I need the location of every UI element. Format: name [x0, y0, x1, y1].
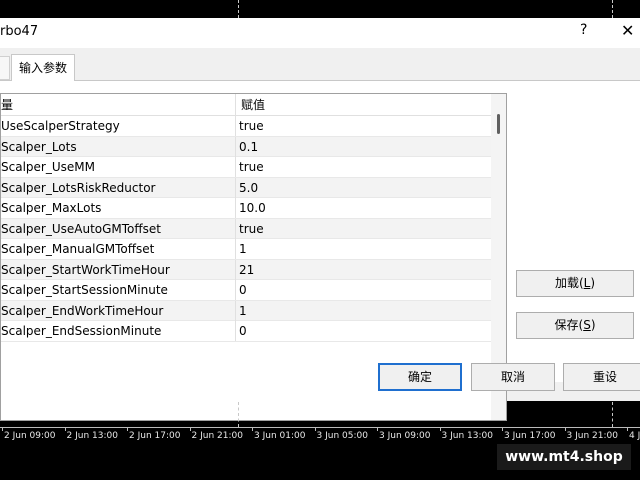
parameter-name: Scalper_ManualGMToffset: [1, 242, 155, 256]
parameter-value[interactable]: 0.1: [239, 137, 258, 157]
cancel-button[interactable]: 取消: [471, 363, 555, 391]
reset-button[interactable]: 重设: [563, 363, 640, 391]
parameter-name: Scalper_Lots: [1, 139, 77, 154]
time-tick-label: 3 Jun 09:00: [379, 431, 431, 441]
chart-area-top: [0, 0, 640, 18]
parameter-value[interactable]: 1: [239, 239, 247, 259]
parameter-value[interactable]: true: [239, 219, 264, 239]
time-tick-label: 2 Jun 13:00: [66, 431, 118, 441]
column-divider: [235, 157, 236, 177]
parameter-name: Scalper_StartSessionMinute: [1, 283, 168, 297]
save-button[interactable]: 保存(S): [516, 312, 634, 339]
column-divider: [235, 116, 236, 136]
parameter-name: Scalper_StartWorkTimeHour: [1, 262, 170, 277]
chart-time-axis: 2 Jun 09:00 2 Jun 13:00 2 Jun 17:00 2 Jun 2…: [0, 427, 640, 444]
column-divider: [235, 300, 236, 321]
watermark: www.mt4.shop: [497, 444, 631, 470]
parameter-value[interactable]: 5.0: [239, 178, 258, 198]
time-tick-label: 2 Jun 21:00: [191, 431, 243, 441]
help-button[interactable]: ?: [580, 22, 587, 38]
chart-grid-line: [612, 0, 613, 18]
parameter-name: Scalper_LotsRiskReductor: [1, 180, 156, 195]
column-divider: [235, 239, 236, 259]
parameter-value[interactable]: 0: [239, 280, 247, 300]
dialog-titlebar: rbo47 ? ✕: [0, 18, 640, 48]
time-tick-label: 2 Jun 09:00: [4, 431, 56, 441]
column-divider: [235, 94, 236, 116]
close-button[interactable]: ✕: [621, 21, 634, 40]
parameter-value[interactable]: 1: [239, 301, 247, 321]
column-divider: [235, 136, 236, 157]
scrollbar-thumb[interactable]: [497, 114, 500, 134]
table-row[interactable]: Scalper_UseMM true: [1, 157, 491, 178]
time-tick-mark: [377, 428, 378, 431]
time-tick-label: 3 Jun 01:00: [254, 431, 306, 441]
expert-properties-dialog: rbo47 ? ✕ 输入参数 量 赋值 UseScalperStrategy tr…: [0, 18, 640, 421]
column-divider: [235, 321, 236, 341]
grid-rows: UseScalperStrategy true Scalper_Lots 0.1 Sca…: [1, 116, 491, 342]
parameter-name: Scalper_EndWorkTimeHour: [1, 303, 164, 318]
column-divider: [235, 280, 236, 300]
dialog-title: rbo47: [0, 24, 39, 39]
column-header-variable[interactable]: 量: [1, 94, 13, 116]
chart-grid-line: [612, 402, 613, 427]
tab-bar: 输入参数: [0, 54, 640, 81]
column-divider: [235, 218, 236, 239]
parameter-name: UseScalperStrategy: [1, 119, 120, 133]
time-tick-label: 2 Jun 17:00: [129, 431, 181, 441]
tab-panel: 量 赋值 UseScalperStrategy true Scalper_Lots 0…: [0, 80, 640, 421]
time-tick-mark: [564, 428, 566, 431]
time-tick-label: 3 Jun 21:00: [566, 431, 618, 441]
parameter-value[interactable]: true: [239, 116, 264, 136]
table-row[interactable]: Scalper_EndSessionMinute 0: [1, 321, 491, 342]
column-divider: [235, 177, 236, 198]
ok-button[interactable]: 确定: [378, 363, 462, 391]
table-row[interactable]: Scalper_EndWorkTimeHour 1: [1, 300, 491, 321]
table-row[interactable]: Scalper_UseAutoGMToffset true: [1, 218, 491, 239]
grid-header: 量 赋值: [1, 94, 491, 116]
time-tick-mark: [252, 428, 253, 431]
column-header-value[interactable]: 赋值: [241, 94, 265, 116]
time-tick-mark: [189, 428, 191, 431]
chart-grid-line: [238, 0, 239, 18]
time-tick-mark: [64, 428, 66, 431]
time-tick-label: 3 Jun 17:00: [504, 431, 556, 441]
tab-previous[interactable]: [0, 56, 10, 80]
parameter-name: Scalper_MaxLots: [1, 201, 102, 215]
time-tick-mark: [439, 428, 441, 431]
time-tick-mark: [2, 428, 3, 431]
column-divider: [235, 198, 236, 218]
table-row[interactable]: Scalper_ManualGMToffset 1: [1, 239, 491, 260]
parameter-name: Scalper_EndSessionMinute: [1, 324, 162, 338]
chart-grid-line: [238, 402, 239, 427]
table-row[interactable]: Scalper_Lots 0.1: [1, 136, 491, 157]
table-row[interactable]: Scalper_StartWorkTimeHour 21: [1, 259, 491, 280]
load-button[interactable]: 加载(L): [516, 270, 634, 297]
time-tick-label: 4 Ju: [629, 431, 640, 441]
column-divider: [235, 259, 236, 280]
parameter-name: Scalper_UseAutoGMToffset: [1, 221, 162, 236]
table-row[interactable]: Scalper_LotsRiskReductor 5.0: [1, 177, 491, 198]
parameter-value[interactable]: 10.0: [239, 198, 266, 218]
table-row[interactable]: Scalper_MaxLots 10.0: [1, 198, 491, 219]
table-row[interactable]: Scalper_StartSessionMinute 0: [1, 280, 491, 301]
time-tick-label: 3 Jun 05:00: [316, 431, 368, 441]
time-tick-mark: [502, 428, 503, 431]
parameter-value[interactable]: 0: [239, 321, 247, 341]
parameter-value[interactable]: true: [239, 157, 264, 177]
parameter-name: Scalper_UseMM: [1, 160, 95, 174]
table-row[interactable]: UseScalperStrategy true: [1, 116, 491, 137]
time-tick-mark: [127, 428, 128, 431]
time-tick-mark: [627, 428, 628, 431]
time-tick-mark: [314, 428, 316, 431]
parameter-value[interactable]: 21: [239, 260, 254, 280]
time-tick-label: 3 Jun 13:00: [441, 431, 493, 441]
tab-input-parameters[interactable]: 输入参数: [11, 54, 75, 81]
